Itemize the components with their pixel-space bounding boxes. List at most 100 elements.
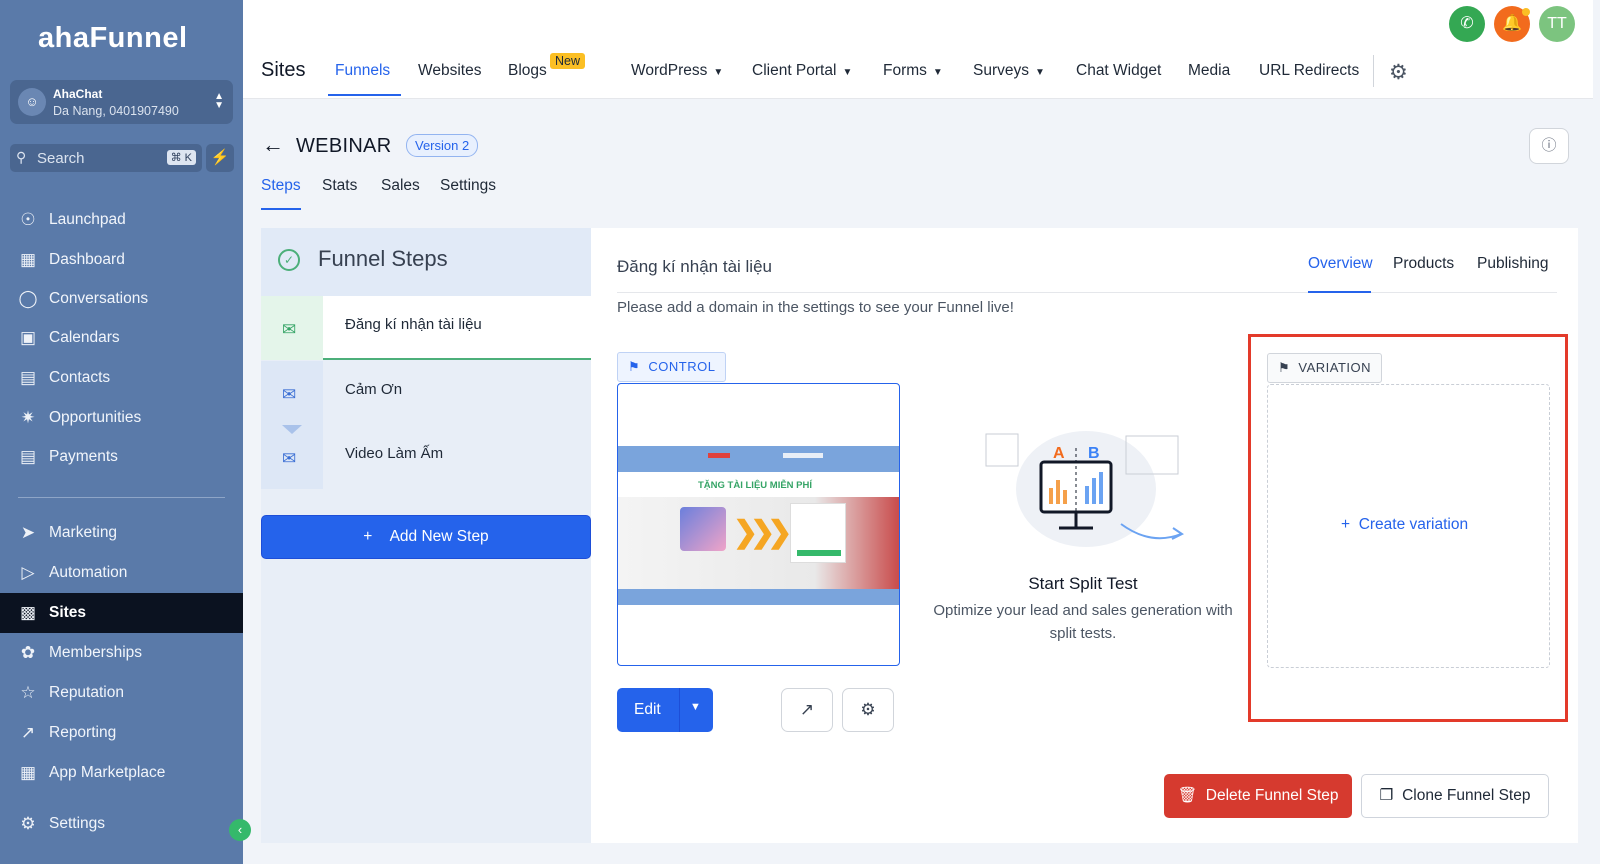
tab-websites[interactable]: Websites [418, 62, 481, 80]
tab-divider [617, 292, 1557, 293]
tab-client-portal[interactable]: Client Portal ▼ [752, 62, 852, 80]
funnel-title: WEBINAR [296, 135, 392, 157]
funnel-steps-title: Funnel Steps [318, 246, 448, 271]
tab-url-redirects[interactable]: URL Redirects [1259, 62, 1359, 80]
tab-blogs[interactable]: Blogs [508, 62, 547, 80]
sidebar-item-memberships[interactable]: ✿ Memberships [0, 633, 243, 673]
star-icon: ☆ [20, 683, 36, 702]
chevron-down-icon: ▼ [932, 67, 943, 78]
account-name: AhaChat [53, 87, 103, 101]
tab-underline [328, 94, 401, 96]
funnel-step-item[interactable]: ✉ Video Làm Ấm [261, 425, 591, 489]
sidebar-item-sites[interactable]: ▩ Sites [0, 593, 243, 633]
step-connector-icon [282, 425, 302, 434]
subtab-steps[interactable]: Steps [261, 177, 301, 195]
copy-icon: ❐ [1379, 787, 1394, 804]
funnel-steps-header: ✓ Funnel Steps [261, 228, 591, 296]
sidebar-item-opportunities[interactable]: ✷ Opportunities [0, 398, 243, 438]
account-switcher[interactable]: ☺ AhaChat Da Nang, 0401907490 ▲ ▼ [10, 80, 233, 124]
open-external-icon[interactable]: ↗ [781, 688, 833, 732]
tab-publishing[interactable]: Publishing [1477, 255, 1549, 273]
quick-action-icon[interactable]: ⚡ [206, 144, 234, 172]
variation-tag: ⚑ VARIATION [1267, 353, 1383, 383]
dashboard-icon: ▦ [19, 250, 37, 269]
flag-icon: ⚑ [628, 359, 641, 374]
brand-logo[interactable]: ahaFunnel [38, 22, 188, 55]
tab-separator [1373, 55, 1374, 87]
phone-icon[interactable]: ✆ [1449, 6, 1485, 42]
step-name: Đăng kí nhận tài liệu [345, 316, 482, 333]
sidebar-item-automation[interactable]: ▷ Automation [0, 553, 243, 593]
tab-overview[interactable]: Overview [1308, 255, 1373, 273]
search-input[interactable]: ⚲ Search ⌘ K [10, 144, 202, 172]
funnel-step-item[interactable]: ✉ Cảm Ơn [261, 361, 591, 425]
tab-products[interactable]: Products [1393, 255, 1454, 273]
chevron-down-icon[interactable]: ▼ [690, 701, 701, 713]
chevron-updown-icon: ▲ ▼ [214, 91, 224, 111]
split-test-description: Optimize your lead and sales generation … [933, 602, 1233, 642]
sidebar-item-settings[interactable]: ⚙ Settings [0, 804, 243, 844]
notification-dot [1522, 8, 1530, 16]
sidebar-item-conversations[interactable]: ◯ Conversations [0, 279, 243, 319]
sites-icon: ▩ [19, 603, 37, 622]
svg-text:A: A [1053, 445, 1065, 462]
sidebar-item-contacts[interactable]: ▤ Contacts [0, 358, 243, 398]
contacts-icon: ▤ [19, 368, 37, 387]
mail-icon: ✉ [282, 449, 297, 468]
preview-hero: ❯❯❯ [618, 497, 899, 589]
subtab-stats[interactable]: Stats [322, 177, 357, 195]
version-badge[interactable]: Version 2 [406, 134, 479, 157]
chevron-down-icon: ▼ [1035, 67, 1045, 78]
gear-icon[interactable]: ⚙ [1389, 60, 1408, 85]
chevrons-icon: ❯❯❯ [733, 516, 792, 549]
edit-button[interactable]: Edit ▼ [617, 688, 713, 732]
sidebar-item-dashboard[interactable]: ▦ Dashboard [0, 240, 243, 280]
launchpad-icon: ☉ [20, 210, 36, 229]
sidebar-item-calendars[interactable]: ▣ Calendars [0, 318, 243, 358]
sidebar-item-marketing[interactable]: ➤ Marketing [0, 513, 243, 553]
subtab-sales[interactable]: Sales [381, 177, 420, 195]
sidebar-item-reputation[interactable]: ☆ Reputation [0, 673, 243, 713]
payments-icon: ▤ [19, 447, 37, 466]
automation-icon: ▷ [21, 563, 35, 582]
add-new-step-button[interactable]: + Add New Step [261, 515, 591, 559]
chat-icon: ◯ [18, 289, 38, 308]
sidebar-item-launchpad[interactable]: ☉ Launchpad [0, 200, 243, 240]
page-preview-thumbnail[interactable]: TẶNG TÀI LIỆU MIỄN PHÍ ❯❯❯ [617, 383, 900, 666]
chevron-down-icon: ▼ [713, 67, 724, 78]
tab-funnels[interactable]: Funnels [335, 62, 390, 80]
search-shortcut: ⌘ K [166, 150, 196, 165]
sidebar-item-reporting[interactable]: ↗ Reporting [0, 713, 243, 753]
preview-header [618, 446, 899, 472]
tab-wordpress[interactable]: WordPress ▼ [631, 62, 723, 80]
subtab-settings[interactable]: Settings [440, 177, 496, 195]
account-sub: Da Nang, 0401907490 [53, 104, 179, 118]
step-name: Cảm Ơn [345, 381, 403, 398]
collapse-sidebar-icon[interactable]: ‹ [229, 819, 251, 841]
tab-chat-widget[interactable]: Chat Widget [1076, 62, 1161, 80]
tab-media[interactable]: Media [1188, 62, 1230, 80]
tab-forms[interactable]: Forms ▼ [883, 62, 943, 80]
mail-icon: ✉ [282, 320, 297, 339]
calendar-icon: ▣ [19, 328, 37, 347]
sidebar-item-payments[interactable]: ▤ Payments [0, 437, 243, 477]
back-arrow-icon[interactable]: ← [262, 132, 284, 158]
info-icon[interactable]: ⓘ [1529, 128, 1569, 164]
trash-icon: 🗑 [1177, 787, 1198, 804]
avatar[interactable]: TT [1539, 6, 1575, 42]
mail-icon: ✉ [282, 385, 297, 404]
user-icon: ☺ [18, 88, 46, 116]
preview-footer [618, 589, 899, 605]
sidebar-item-app-marketplace[interactable]: ▦ App Marketplace [0, 753, 243, 793]
clone-funnel-step-button[interactable]: ❐ Clone Funnel Step [1361, 774, 1549, 818]
domain-notice: Please add a domain in the settings to s… [617, 299, 1014, 316]
split-test-title: Start Split Test [1028, 574, 1138, 593]
tab-surveys[interactable]: Surveys ▼ [973, 62, 1045, 80]
gear-icon[interactable]: ⚙ [842, 688, 894, 732]
control-tag: ⚑ CONTROL [617, 352, 727, 382]
funnel-step-item[interactable]: ✉ Đăng kí nhận tài liệu [261, 296, 591, 360]
delete-funnel-step-button[interactable]: 🗑 Delete Funnel Step [1164, 774, 1352, 818]
award-icon: ✿ [20, 643, 36, 662]
create-variation-button[interactable]: + Create variation [1341, 516, 1468, 534]
preview-form [790, 503, 846, 563]
